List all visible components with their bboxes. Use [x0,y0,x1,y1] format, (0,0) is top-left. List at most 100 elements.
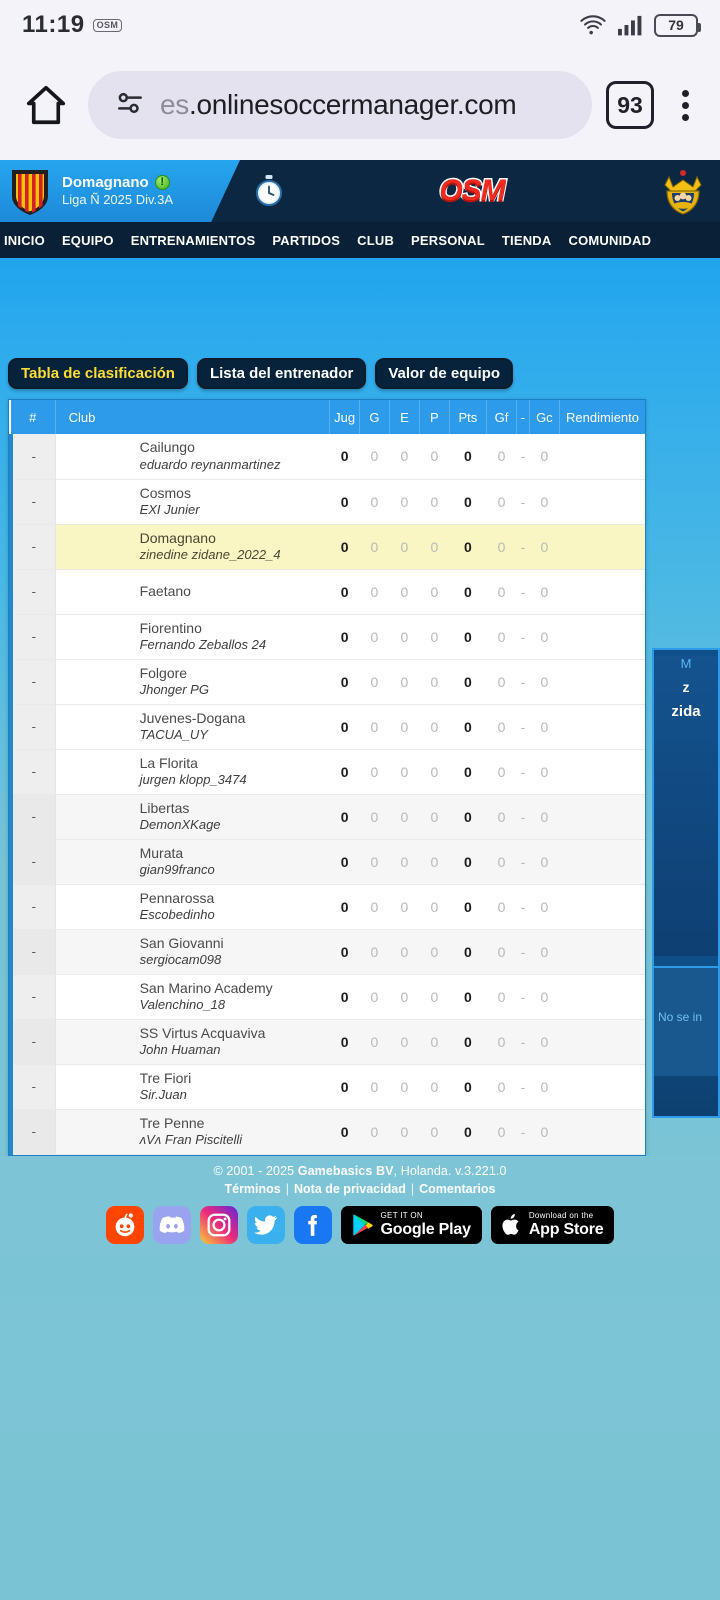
row-club-cell[interactable]: San Giovanni sergiocam098 [55,929,330,975]
discord-icon[interactable] [152,1205,191,1244]
row-club-cell[interactable]: San Marino Academy Valenchino_18 [55,974,330,1020]
row-points: 0 [449,704,487,750]
row-club-cell[interactable]: Folgore Jhonger PG [55,659,330,705]
nav-item-equipo[interactable]: EQUIPO [62,233,114,248]
table-row[interactable]: - San Marino Academy Valenchino_18 0 0 0 0 0 0-0 [8,974,645,1020]
tab-counter-button[interactable]: 93 [606,81,654,129]
col-lost[interactable]: P [419,400,450,434]
reddit-icon[interactable] [105,1205,144,1244]
table-row[interactable]: - Cailungo eduardo reynanmartinez 0 0 0 0 0 0-0 [8,434,645,480]
table-row[interactable]: - Fiorentino Fernando Zeballos 24 0 0 0 0 0 0-0 [8,614,645,660]
row-rank: - [8,569,56,615]
row-won: 0 [359,974,390,1020]
row-manager-name: Escobedinho [139,907,215,923]
col-goals-against[interactable]: Gc [529,400,561,434]
row-points: 0 [449,524,487,570]
app-store-badge[interactable]: Download on the App Store [490,1205,615,1244]
twitter-icon[interactable] [246,1205,285,1244]
row-manager-name: Jhonger PG [139,682,209,698]
osm-logo[interactable]: OSM [298,160,646,222]
tab-tabla-de-clasificacion[interactable]: Tabla de clasificación [8,358,188,389]
row-performance [559,704,645,750]
table-row[interactable]: - Juvenes-Dogana TACUA_UY 0 0 0 0 0 0-0 [8,704,645,750]
table-row[interactable]: - Tre Fiori Sir.Juan 0 0 0 0 0 0-0 [8,1064,645,1110]
table-row[interactable]: - Faetano 0 0 0 0 0 0-0 [8,569,645,615]
row-club-cell[interactable]: Cosmos EXI Junier [55,479,330,525]
table-row[interactable]: - Domagnano zinedine zidane_2022_4 0 0 0 0 0 0-0 [8,524,645,570]
col-rank[interactable]: # [11,400,56,434]
table-row[interactable]: - Libertas DemonXKage 0 0 0 0 0 0-0 [8,794,645,840]
table-row[interactable]: - Cosmos EXI Junier 0 0 0 0 0 0-0 [8,479,645,525]
row-club-cell[interactable]: Libertas DemonXKage [55,794,330,840]
row-won: 0 [359,929,390,975]
footer-link-privacy[interactable]: Nota de privacidad [294,1182,406,1196]
table-row[interactable]: - Murata gian99franco 0 0 0 0 0 0-0 [8,839,645,885]
nav-item-personal[interactable]: PERSONAL [411,233,485,248]
row-club-cell[interactable]: Cailungo eduardo reynanmartinez [55,434,330,480]
site-settings-icon[interactable] [114,87,146,124]
nav-item-inicio[interactable]: INICIO [4,233,45,248]
col-played[interactable]: Jug [329,400,360,434]
nav-item-partidos[interactable]: PARTIDOS [272,233,340,248]
nav-item-entrenamientos[interactable]: ENTRENAMIENTOS [131,233,256,248]
table-row[interactable]: - La Florita jurgen klopp_3474 0 0 0 0 0 0-0 [8,749,645,795]
match-clock-icon[interactable] [240,160,298,222]
row-club-cell[interactable]: Pennarossa Escobedinho [55,884,330,930]
row-club-cell[interactable]: La Florita jurgen klopp_3474 [55,749,330,795]
google-play-badge[interactable]: GET IT ON Google Play [340,1205,482,1244]
footer-link-terms[interactable]: Términos [224,1182,280,1196]
row-goals-against: 0 [529,884,560,930]
table-row[interactable]: - Folgore Jhonger PG 0 0 0 0 0 0-0 [8,659,645,705]
trophy-icon[interactable] [646,160,720,222]
home-icon[interactable] [18,77,74,133]
col-points[interactable]: Pts [449,400,487,434]
nav-item-tienda[interactable]: TIENDA [502,233,552,248]
col-performance[interactable]: Rendimiento [559,400,645,434]
row-dash: - [516,434,530,480]
col-goals-for[interactable]: Gf [486,400,518,434]
club-chip[interactable]: Domagnano ! Liga Ñ 2025 Div.3A [0,160,240,222]
row-goals-against: 0 [529,434,560,480]
game-header: Domagnano ! Liga Ñ 2025 Div.3A OSM [0,160,720,222]
row-club-cell[interactable]: Tre Penne ʌVʌ Fran Piscitelli [55,1109,330,1155]
row-drawn: 0 [389,794,420,840]
row-played: 0 [329,929,360,975]
address-bar[interactable]: es.onlinesoccermanager.com [88,71,592,139]
footer-link-feedback[interactable]: Comentarios [419,1182,495,1196]
row-club-cell[interactable]: Fiorentino Fernando Zeballos 24 [55,614,330,660]
row-goals-for: 0 [486,434,517,480]
row-drawn: 0 [389,1019,420,1065]
instagram-icon[interactable] [199,1205,238,1244]
google-play-small-label: GET IT ON [380,1210,423,1220]
row-club-cell[interactable]: Faetano [55,569,330,615]
facebook-icon[interactable] [293,1205,332,1244]
table-row[interactable]: - Pennarossa Escobedinho 0 0 0 0 0 0-0 [8,884,645,930]
url-text[interactable]: es.onlinesoccermanager.com [160,89,517,121]
club-status-badge[interactable]: ! [154,175,170,191]
table-row[interactable]: - Tre Penne ʌVʌ Fran Piscitelli 0 0 0 0 0 0-0 [8,1109,645,1155]
tab-lista-del-entrenador[interactable]: Lista del entrenador [196,358,367,389]
row-club-name: Pennarossa [139,889,215,906]
row-club-cell[interactable]: SS Virtus Acquaviva John Huaman [55,1019,330,1065]
row-club-cell[interactable]: Murata gian99franco [55,839,330,885]
league-label: Liga Ñ 2025 Div.3A [62,192,174,208]
col-won[interactable]: G [359,400,390,434]
col-drawn[interactable]: E [389,400,420,434]
table-row[interactable]: - SS Virtus Acquaviva John Huaman 0 0 0 0 0 0-0 [8,1019,645,1065]
table-row[interactable]: - San Giovanni sergiocam098 0 0 0 0 0 0-0 [8,929,645,975]
status-bar-right: 79 [578,13,701,37]
tab-valor-de-equipo[interactable]: Valor de equipo [375,358,514,389]
row-club-name: Libertas [139,799,190,816]
copyright-suffix: , Holanda. v.3.221.0 [393,1163,507,1178]
col-club[interactable]: Club [55,400,331,434]
row-manager-name: DemonXKage [139,817,221,833]
row-drawn: 0 [389,569,420,615]
row-club-cell[interactable]: Tre Fiori Sir.Juan [55,1064,330,1110]
row-dash: - [516,974,530,1020]
row-drawn: 0 [389,929,420,975]
overflow-menu-icon[interactable] [668,81,702,129]
nav-item-club[interactable]: CLUB [357,233,394,248]
nav-item-comunidad[interactable]: COMUNIDAD [568,233,651,248]
row-club-cell[interactable]: Domagnano zinedine zidane_2022_4 [55,524,330,570]
row-club-cell[interactable]: Juvenes-Dogana TACUA_UY [55,704,330,750]
